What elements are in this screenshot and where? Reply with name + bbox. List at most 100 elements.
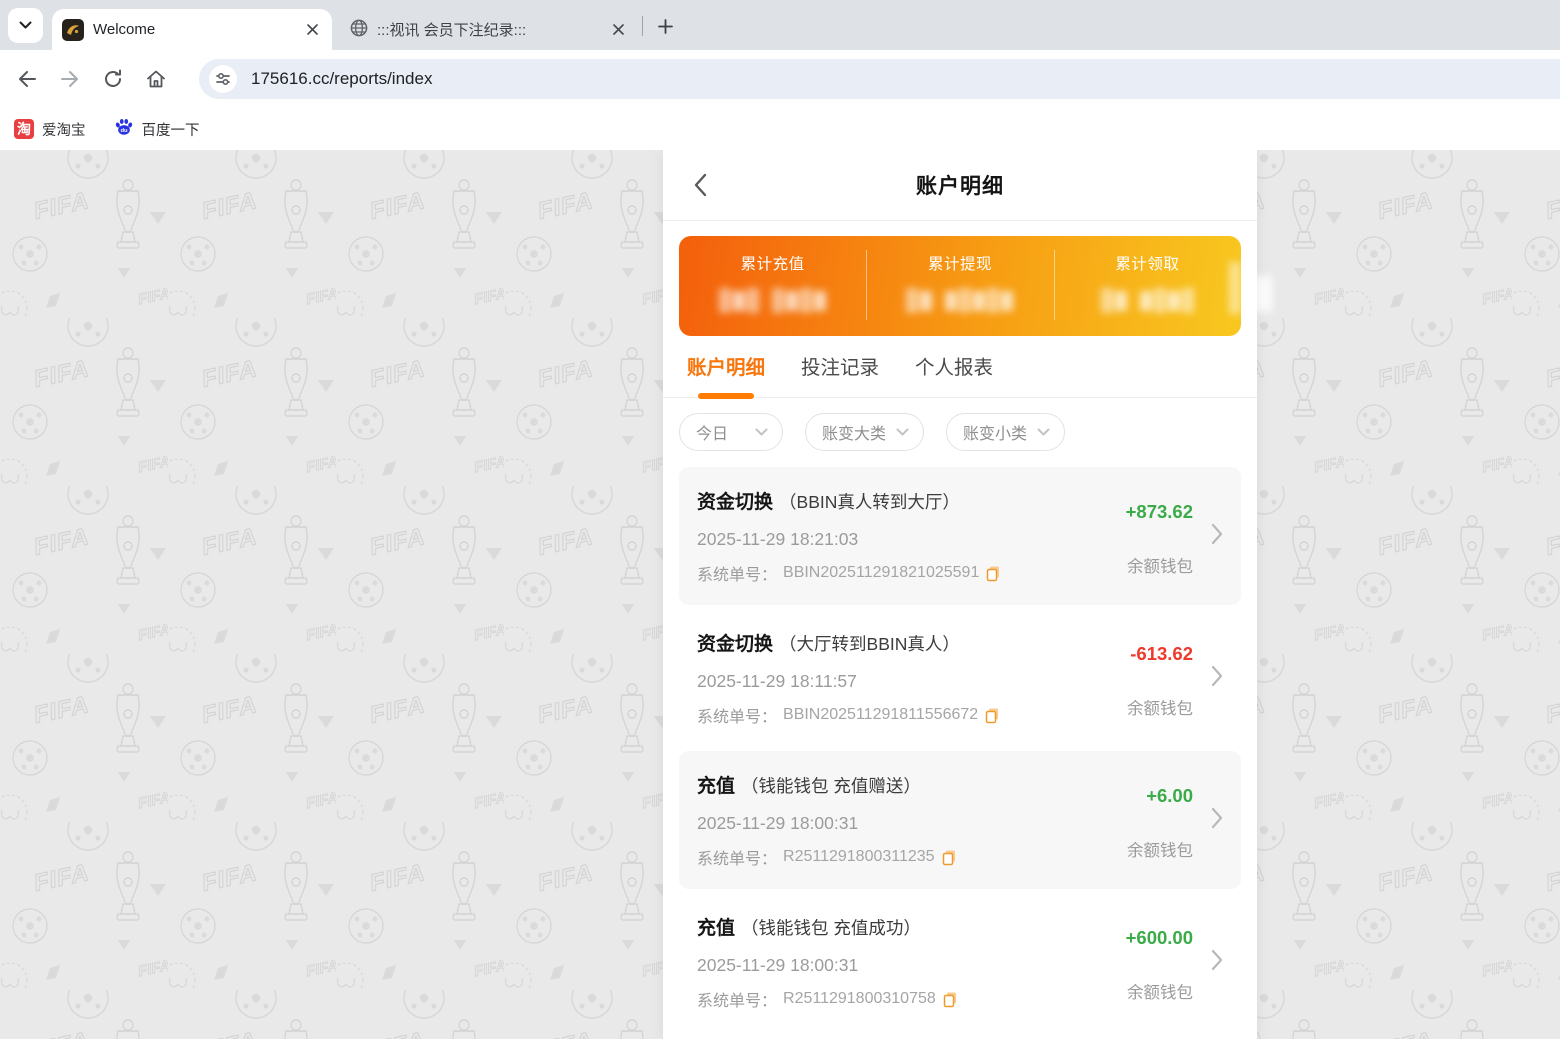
- transaction-amount: -613.62: [1130, 643, 1193, 664]
- transaction-time: 2025-11-29 18:00:31: [697, 813, 859, 833]
- baidu-paw-icon: du: [114, 117, 134, 141]
- transaction-list: 资金切换 （BBIN真人转到大厅） 2025-11-29 18:21:03 系统单…: [663, 464, 1257, 1031]
- section-tab[interactable]: 个人报表: [915, 351, 993, 397]
- panel-header: 账户明细: [663, 150, 1257, 221]
- tab-welcome[interactable]: Welcome: [52, 9, 332, 50]
- chevron-down-icon: [1037, 428, 1050, 436]
- transaction-amount: +600.00: [1125, 927, 1193, 948]
- plus-icon: [657, 18, 673, 34]
- chevron-down-icon: [755, 428, 768, 436]
- order-number: R2511291800311235: [783, 848, 935, 865]
- tune-icon: [216, 72, 230, 86]
- wallet-label: 余额钱包: [1127, 842, 1193, 860]
- stat-column: 累计提现: [866, 236, 1053, 336]
- filter-dropdown[interactable]: 账变大类: [805, 413, 924, 451]
- copy-icon[interactable]: [942, 991, 959, 1008]
- tab-close-icon[interactable]: [608, 20, 628, 40]
- chevron-down-icon: [896, 428, 909, 436]
- censored-value: [866, 287, 1053, 314]
- forward-arrow-icon: [61, 71, 78, 87]
- order-number: BBIN202511291811556672: [783, 706, 979, 723]
- wallet-label: 余额钱包: [1127, 984, 1193, 1002]
- chevron-right-icon[interactable]: [1211, 949, 1223, 971]
- wallet-label: 余额钱包: [1127, 700, 1193, 718]
- censored-edge: [1229, 262, 1241, 314]
- transaction-detail: （钱能钱包 充值成功）: [741, 918, 921, 938]
- tab-title: :::视讯 会员下注纪录:::: [377, 22, 527, 39]
- stat-label: 累计领取: [1115, 256, 1180, 273]
- tab-close-icon[interactable]: [302, 20, 322, 40]
- reload-icon: [105, 69, 121, 87]
- transaction-row[interactable]: 充值 （钱能钱包 充值成功） 2025-11-29 18:00:31 系统单号： R…: [679, 893, 1241, 1031]
- home-icon: [147, 70, 165, 88]
- globe-icon: [350, 19, 368, 41]
- transaction-type: 资金切换: [697, 634, 774, 655]
- filter-dropdown[interactable]: 账变小类: [946, 413, 1065, 451]
- bookmark-aitaobao[interactable]: 淘 爱淘宝: [14, 119, 86, 140]
- bookmark-label: 爱淘宝: [42, 122, 86, 139]
- back-arrow-icon: [19, 71, 36, 87]
- order-number: BBIN202511291821025591: [783, 564, 980, 581]
- account-detail-panel: 账户明细 累计充值 累计提现 累计领取 账户明细 投注记录 个人报表 今日 账变大类…: [663, 150, 1257, 1039]
- back-button[interactable]: [10, 62, 44, 96]
- copy-icon[interactable]: [984, 707, 1001, 724]
- order-label: 系统单号：: [697, 709, 778, 726]
- censored-value: [679, 287, 866, 314]
- tab-search-button[interactable]: [8, 8, 43, 43]
- filter-label: 今日: [696, 426, 729, 443]
- bookmark-label: 百度一下: [141, 122, 200, 139]
- copy-icon[interactable]: [941, 849, 958, 866]
- transaction-detail: （BBIN真人转到大厅）: [779, 492, 960, 512]
- transaction-type: 充值: [697, 776, 736, 797]
- order-label: 系统单号：: [697, 993, 778, 1010]
- stat-label: 累计充值: [740, 256, 805, 273]
- bookmarks-bar: 淘 爱淘宝 du 百度一下: [0, 108, 1560, 150]
- stat-label: 累计提现: [927, 256, 992, 273]
- chevron-down-icon: [19, 21, 32, 29]
- taobao-icon: 淘: [14, 119, 34, 139]
- site-settings-button[interactable]: [209, 65, 237, 93]
- transaction-row[interactable]: 资金切换 （BBIN真人转到大厅） 2025-11-29 18:21:03 系统单…: [679, 467, 1241, 605]
- chevron-right-icon[interactable]: [1211, 807, 1223, 829]
- chevron-right-icon[interactable]: [1211, 523, 1223, 545]
- home-button[interactable]: [139, 62, 173, 96]
- transaction-time: 2025-11-29 18:21:03: [697, 529, 859, 549]
- transaction-type: 充值: [697, 918, 736, 939]
- transaction-amount: +6.00: [1146, 785, 1193, 806]
- page-back-button[interactable]: [693, 150, 707, 220]
- page-background: FIFA FIFA: [0, 150, 1560, 1039]
- censored-value: [1054, 287, 1241, 314]
- transaction-detail: （大厅转到BBIN真人）: [779, 634, 960, 654]
- wallet-label: 余额钱包: [1127, 558, 1193, 576]
- tab-divider: [642, 16, 643, 36]
- filter-dropdown[interactable]: 今日: [679, 413, 783, 451]
- transaction-type: 资金切换: [697, 492, 774, 513]
- transaction-detail: （钱能钱包 充值赠送）: [741, 776, 921, 796]
- svg-text:du: du: [120, 128, 128, 134]
- tab-strip: Welcome :::视讯 会员下注纪录:::: [0, 0, 1560, 50]
- totals-card: 累计充值 累计提现 累计领取: [679, 236, 1241, 336]
- forward-button[interactable]: [53, 62, 87, 96]
- section-tab[interactable]: 账户明细: [687, 351, 765, 397]
- page-title: 账户明细: [916, 175, 1004, 198]
- new-tab-button[interactable]: [650, 11, 680, 41]
- reload-button[interactable]: [96, 62, 130, 96]
- filter-label: 账变大类: [822, 426, 887, 443]
- bookmark-baidu[interactable]: du 百度一下: [114, 117, 200, 141]
- transaction-time: 2025-11-29 18:11:57: [697, 671, 857, 691]
- stat-column: 累计领取: [1053, 236, 1241, 336]
- url-text[interactable]: 175616.cc/reports/index: [251, 69, 432, 89]
- copy-icon[interactable]: [985, 565, 1002, 582]
- stat-column: 累计充值: [679, 236, 866, 336]
- transaction-row[interactable]: 充值 （钱能钱包 充值赠送） 2025-11-29 18:00:31 系统单号： R…: [679, 751, 1241, 889]
- transaction-time: 2025-11-29 18:00:31: [697, 955, 859, 975]
- tab-betting-records[interactable]: :::视讯 会员下注纪录:::: [340, 9, 638, 50]
- chevron-right-icon[interactable]: [1211, 665, 1223, 687]
- site-favicon: [62, 18, 84, 41]
- section-tab[interactable]: 投注记录: [801, 351, 879, 397]
- filter-row: 今日 账变大类 账变小类: [663, 398, 1257, 464]
- address-bar[interactable]: 175616.cc/reports/index: [199, 59, 1560, 99]
- tab-title: Welcome: [93, 21, 156, 38]
- section-tabs: 账户明细 投注记录 个人报表: [663, 336, 1257, 398]
- transaction-row[interactable]: 资金切换 （大厅转到BBIN真人） 2025-11-29 18:11:57 系统单…: [679, 609, 1241, 747]
